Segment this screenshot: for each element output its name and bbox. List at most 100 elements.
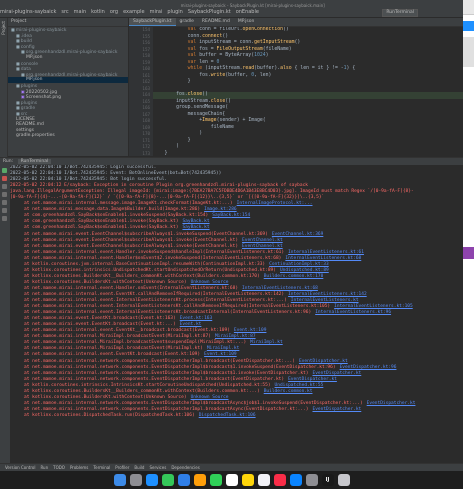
console-text: 2022-05-02 22:04:10 I/Bot.742435945: Eve… bbox=[10, 171, 222, 177]
music-icon[interactable] bbox=[273, 474, 286, 486]
scroll-down-icon[interactable] bbox=[2, 192, 7, 197]
stacktrace-link[interactable]: Event.kt:109 bbox=[234, 328, 267, 333]
stacktrace-link[interactable]: SayBack.kt bbox=[182, 225, 209, 230]
stacktrace-link[interactable]: Event.kt bbox=[180, 322, 202, 327]
stacktrace-link[interactable]: SayBack.kt bbox=[182, 219, 209, 224]
stacktrace-link[interactable]: InternalEventListeners.kt:96 bbox=[315, 310, 391, 315]
stacktrace-link[interactable]: InternalEventListeners.kt:61 bbox=[288, 250, 364, 255]
stacktrace-link[interactable]: EventDispatcher.kt bbox=[288, 377, 337, 382]
editor-tab[interactable]: README.md bbox=[198, 19, 234, 24]
tool-window-button[interactable]: Problems bbox=[70, 465, 88, 470]
breadcrumb-item[interactable]: mirai-plugins-saybaick bbox=[0, 9, 56, 15]
print-icon[interactable] bbox=[2, 208, 7, 213]
stacktrace-link[interactable]: EventDispatcher.kt bbox=[312, 407, 361, 412]
facetime-icon[interactable] bbox=[209, 474, 222, 486]
tool-window-button[interactable]: Profiler bbox=[115, 465, 129, 470]
tool-window-button[interactable]: Build bbox=[134, 465, 144, 470]
stacktrace-link[interactable]: DispatchedTask.kt:106 bbox=[199, 413, 256, 418]
run-config-select[interactable]: RunTerminal bbox=[382, 9, 418, 17]
stacktrace-link[interactable]: SayBack.kt:154 bbox=[212, 213, 250, 218]
tool-window-button[interactable]: Dependencies bbox=[171, 465, 199, 470]
trash-icon[interactable] bbox=[337, 474, 350, 486]
code-editor[interactable]: val conn = fileUrl.openConnection() conn… bbox=[153, 27, 463, 156]
stacktrace-link[interactable]: InternalEventListeners.kt:68 bbox=[285, 256, 361, 261]
tool-window-button[interactable]: Services bbox=[149, 465, 166, 470]
stacktrace-link[interactable]: Unknown Source bbox=[191, 395, 229, 400]
tool-window-button[interactable]: Run bbox=[40, 465, 48, 470]
stacktrace-link[interactable]: Event.kt:163 bbox=[180, 316, 213, 321]
finder-icon[interactable] bbox=[113, 474, 126, 486]
photos-icon[interactable] bbox=[193, 474, 206, 486]
scroll-up-icon[interactable] bbox=[2, 184, 7, 189]
code-token: conn = fileUrl. bbox=[196, 27, 243, 32]
breadcrumb-item[interactable]: SaybackPlugin.kt bbox=[188, 9, 231, 15]
editor-tab[interactable]: MP.json bbox=[234, 19, 259, 24]
tool-window-button[interactable]: Terminal bbox=[93, 465, 110, 470]
soft-wrap-icon[interactable] bbox=[2, 200, 7, 205]
project-panel-header[interactable]: Project bbox=[8, 18, 128, 27]
stacktrace-link[interactable]: Builders.common.kt bbox=[264, 389, 313, 394]
tool-window-button[interactable]: TODO bbox=[53, 465, 65, 470]
code-token: (buffer). bbox=[254, 66, 281, 71]
settings-icon[interactable] bbox=[305, 474, 318, 486]
launchpad-icon[interactable] bbox=[129, 474, 142, 486]
breadcrumb-item[interactable]: mirai bbox=[150, 9, 163, 15]
stacktrace-link[interactable]: MiraiImpl.kt bbox=[250, 340, 283, 345]
console-text: at net.mamoe.mirai.internal.MiraiImpl.br… bbox=[24, 346, 203, 352]
stacktrace-link[interactable]: InternalEventListeners.kt:68 bbox=[242, 286, 318, 291]
stacktrace-link[interactable]: Builders.common.kt:170 bbox=[264, 274, 324, 279]
console-text: java.lang.IllegalArgumentException: Ille… bbox=[10, 189, 414, 195]
editor-tab[interactable]: SaybackPlugin.kt bbox=[129, 18, 176, 26]
stacktrace-link[interactable]: Undispatched.kt:89 bbox=[280, 268, 329, 273]
breadcrumb-item[interactable]: main bbox=[74, 9, 87, 15]
stacktrace-link[interactable]: EventChannel.kt:369 bbox=[272, 232, 323, 237]
stacktrace-link[interactable]: EventDispatcher.kt bbox=[312, 371, 361, 376]
run-tab[interactable]: RunTerminal bbox=[17, 159, 52, 164]
intellij-icon[interactable]: IJ bbox=[321, 474, 334, 486]
reminders-icon[interactable] bbox=[257, 474, 270, 486]
calendar-icon[interactable] bbox=[225, 474, 238, 486]
stacktrace-link[interactable]: EventChannel.kt bbox=[242, 244, 283, 249]
breadcrumb-item[interactable]: plugin bbox=[167, 9, 182, 15]
stacktrace-link[interactable]: InternalImageProtocol.kt:... bbox=[237, 201, 313, 206]
project-tool-button[interactable]: Project bbox=[1, 21, 6, 35]
breadcrumb-item[interactable]: onEnable bbox=[236, 9, 259, 15]
mail-icon[interactable] bbox=[177, 474, 190, 486]
file-label: settings bbox=[16, 127, 34, 133]
notes-icon[interactable] bbox=[241, 474, 254, 486]
code-token: + bbox=[153, 118, 203, 123]
stacktrace-link[interactable]: InternalEventListeners.kt:105 bbox=[334, 304, 413, 309]
tool-window-button[interactable]: Version Control bbox=[5, 465, 35, 470]
trash-icon[interactable] bbox=[2, 216, 7, 221]
breadcrumb-item[interactable]: src bbox=[61, 9, 68, 15]
browser-banner bbox=[463, 21, 474, 31]
tree-file[interactable]: gradle.properties bbox=[8, 133, 128, 139]
breadcrumb-item[interactable]: example bbox=[123, 9, 145, 15]
stacktrace-link[interactable]: Unknown Source bbox=[191, 280, 229, 285]
messages-icon[interactable] bbox=[161, 474, 174, 486]
safari-icon[interactable] bbox=[145, 474, 158, 486]
editor-tab[interactable]: gradle bbox=[176, 19, 198, 24]
stacktrace-link[interactable]: Event.kt:109 bbox=[204, 352, 237, 357]
stacktrace-link[interactable]: InternalEventListeners.kt:142 bbox=[288, 292, 367, 297]
stacktrace-link[interactable]: ContinuationImpl.kt:33 bbox=[269, 262, 329, 267]
stacktrace-link[interactable]: MiraiImpl.kt:87 bbox=[215, 334, 256, 339]
breadcrumb-item[interactable]: org bbox=[110, 9, 118, 15]
rerun-icon[interactable] bbox=[2, 168, 7, 173]
code-token: (buffer, bbox=[225, 72, 252, 78]
console-text: at net.mamoe.mirai.internal.MiraiImpl.br… bbox=[24, 334, 211, 340]
stacktrace-link[interactable]: EventDispatcher.kt bbox=[299, 359, 348, 364]
stop-icon[interactable] bbox=[2, 176, 7, 181]
breadcrumb-item[interactable]: kotlin bbox=[91, 9, 105, 15]
stacktrace-link[interactable]: InternalEventListeners.kt bbox=[291, 298, 359, 303]
stacktrace-link[interactable]: EventDispatcher.kt:96 bbox=[340, 365, 397, 370]
appstore-icon[interactable] bbox=[289, 474, 302, 486]
stacktrace-link[interactable]: Undispatched.kt:55 bbox=[275, 383, 324, 388]
stacktrace-link[interactable]: EventChannel.kt bbox=[242, 238, 283, 243]
console-text: at com.greenhandzdl.SayBack$onEnable$1.i… bbox=[24, 225, 179, 231]
console-output[interactable]: 2022-05-02 22:04:10 I/Bot.742435945: Log… bbox=[10, 165, 463, 463]
stacktrace-link[interactable]: Image.kt:286 bbox=[204, 207, 237, 212]
console-text: at kotlinx.coroutines.BuildersKt.withCon… bbox=[24, 279, 187, 285]
stacktrace-link[interactable]: EventDispatcher.kt bbox=[367, 401, 416, 406]
stacktrace-link[interactable]: MiraiImpl.kt bbox=[207, 346, 240, 351]
